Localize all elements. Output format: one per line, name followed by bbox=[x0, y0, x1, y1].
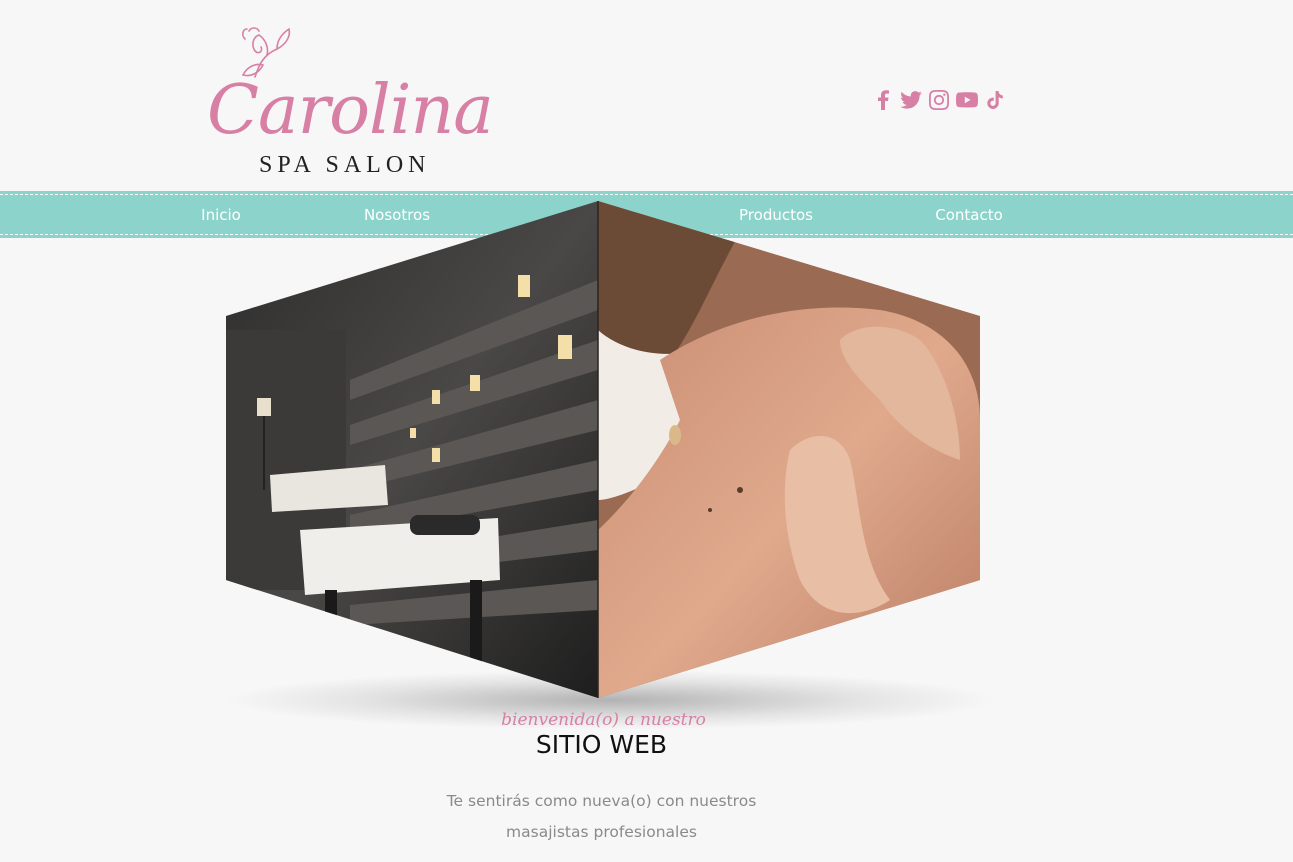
welcome-title: SITIO WEB bbox=[535, 730, 668, 759]
social-links bbox=[872, 89, 1006, 111]
facebook-icon[interactable] bbox=[872, 89, 894, 111]
tiktok-icon[interactable] bbox=[984, 89, 1006, 111]
welcome-script: bienvenida(o) a nuestro bbox=[501, 710, 706, 730]
logo[interactable]: Carolina SPA SALON bbox=[205, 25, 494, 180]
youtube-icon[interactable] bbox=[956, 89, 978, 111]
spa-room-photo bbox=[226, 201, 598, 698]
instagram-icon[interactable] bbox=[928, 89, 950, 111]
welcome-text: Te sentirás como nueva(o) con nuestros m… bbox=[0, 786, 1203, 848]
slider-cube bbox=[226, 201, 980, 698]
welcome-text-line-2: masajistas profesionales bbox=[506, 823, 697, 841]
brand-tagline: SPA SALON bbox=[259, 152, 431, 178]
brand-name: Carolina bbox=[207, 71, 494, 150]
twitter-icon[interactable] bbox=[900, 89, 922, 111]
massage-photo bbox=[598, 201, 980, 698]
welcome-text-line-1: Te sentirás como nueva(o) con nuestros bbox=[446, 792, 757, 810]
image-slider[interactable] bbox=[200, 200, 1000, 730]
